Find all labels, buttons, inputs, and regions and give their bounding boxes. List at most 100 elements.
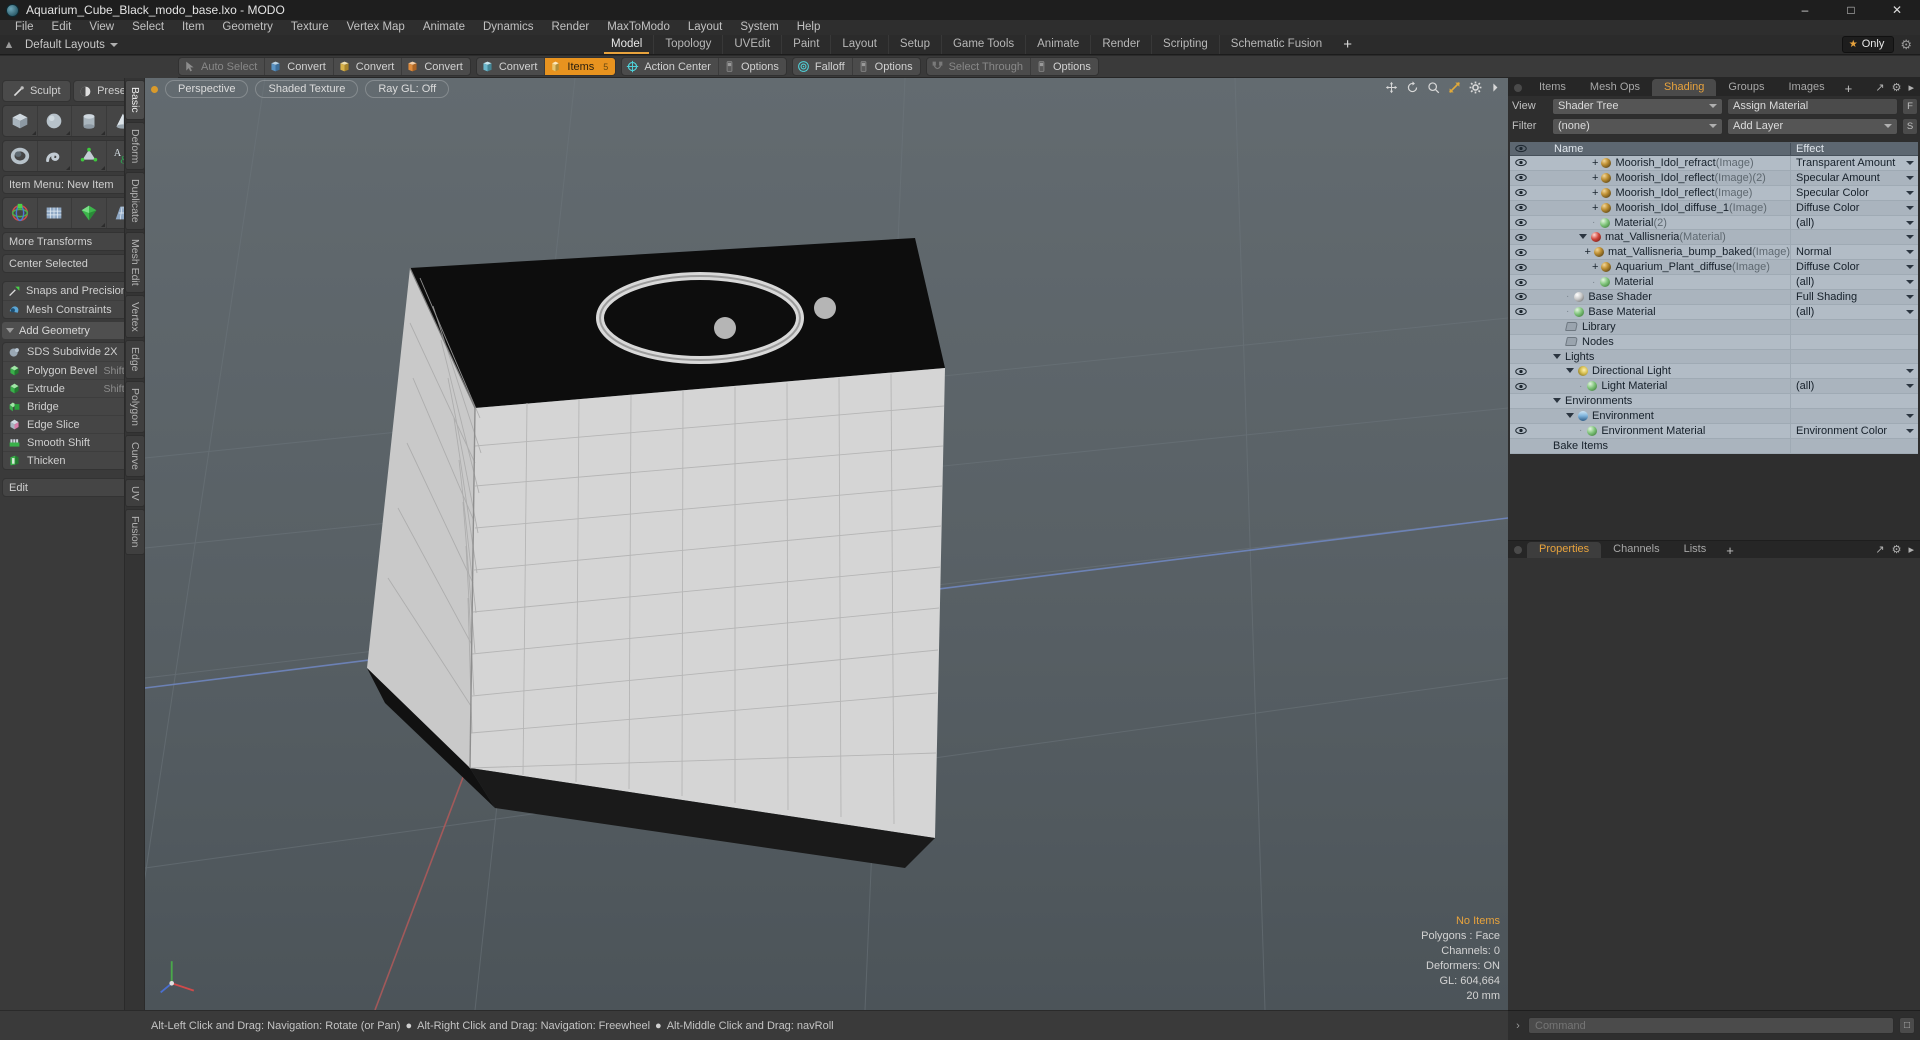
properties-tab-properties[interactable]: Properties <box>1527 542 1602 558</box>
visibility-toggle[interactable] <box>1510 248 1532 257</box>
command-input[interactable] <box>1528 1017 1894 1034</box>
properties-tab-channels[interactable]: Channels <box>1601 542 1671 558</box>
panel-tab-shading[interactable]: Shading <box>1652 79 1717 96</box>
vertical-tab-curve[interactable]: Curve <box>125 434 145 477</box>
layout-tab-scripting[interactable]: Scripting <box>1151 35 1219 54</box>
pin-icon[interactable]: ▲ <box>0 39 18 51</box>
vertical-tab-deform[interactable]: Deform <box>125 121 145 171</box>
panel-tab-mesh-ops[interactable]: Mesh Ops <box>1578 79 1652 96</box>
gear-icon[interactable]: ⚙ <box>1892 543 1902 556</box>
chevron-down-icon[interactable] <box>1906 414 1914 419</box>
visibility-toggle[interactable] <box>1510 218 1532 227</box>
vertical-tab-vertex[interactable]: Vertex <box>125 294 145 339</box>
shader-tree-row[interactable]: + Aquarium_Plant_diffuse (Image) Diffuse C… <box>1510 259 1918 276</box>
minimize-button[interactable]: – <box>1782 0 1828 20</box>
visibility-toggle[interactable] <box>1510 233 1532 242</box>
edit-dropdown[interactable]: Edit <box>2 478 141 497</box>
shader-tree-row[interactable]: Directional Light <box>1510 363 1918 380</box>
mesh-constraints-row[interactable]: Mesh Constraints <box>3 300 140 318</box>
menu-item-select[interactable]: Select <box>123 20 173 35</box>
gear-icon[interactable]: ⚙ <box>1892 81 1902 94</box>
menu-item-maxtomodo[interactable]: MaxToModo <box>598 20 679 35</box>
visibility-toggle[interactable] <box>1510 307 1532 316</box>
view-mode-button[interactable]: Perspective <box>165 80 249 98</box>
green-deform-icon[interactable] <box>72 198 107 228</box>
view-select[interactable]: Shader Tree <box>1552 97 1723 115</box>
vertical-tab-mesh-edit[interactable]: Mesh Edit <box>125 231 145 293</box>
maximize-button[interactable]: □ <box>1828 0 1874 20</box>
shader-effect-cell[interactable]: (all) <box>1790 274 1918 290</box>
zoom-icon[interactable] <box>1427 81 1440 94</box>
visibility-toggle[interactable] <box>1510 367 1532 376</box>
chevron-down-icon[interactable] <box>1906 280 1914 285</box>
mode-button-options[interactable]: Options <box>719 58 786 75</box>
assign-material-button[interactable]: Assign Material <box>1727 97 1898 115</box>
vertical-tab-basic[interactable]: Basic <box>125 80 145 120</box>
mode-button-falloff[interactable]: Falloff <box>793 58 853 75</box>
expand-plus-icon[interactable]: + <box>1585 246 1591 258</box>
layout-tab-setup[interactable]: Setup <box>887 35 941 54</box>
geometry-item-thicken[interactable]: Thicken <box>3 451 140 469</box>
item-menu-dropdown[interactable]: Item Menu: New Item <box>2 175 141 194</box>
chevron-down-icon[interactable] <box>1906 309 1914 314</box>
mode-button-select-through[interactable]: Select Through <box>927 58 1031 75</box>
layout-tab-animate[interactable]: Animate <box>1025 35 1090 54</box>
expand-plus-icon[interactable]: + <box>1592 261 1598 273</box>
shader-tree-row[interactable]: Environments <box>1510 393 1918 410</box>
torus-icon[interactable] <box>3 141 38 171</box>
shader-effect-cell[interactable]: Specular Color <box>1790 185 1918 201</box>
vertical-tab-edge[interactable]: Edge <box>125 340 145 379</box>
menu-item-edit[interactable]: Edit <box>43 20 81 35</box>
layout-tab-layout[interactable]: Layout <box>830 35 888 54</box>
panel-tab-images[interactable]: Images <box>1777 79 1837 96</box>
visibility-toggle[interactable] <box>1510 382 1532 391</box>
expand-plus-icon[interactable]: + <box>1592 157 1598 169</box>
shader-effect-cell[interactable]: (all) <box>1790 304 1918 320</box>
chevron-down-icon[interactable] <box>1906 294 1914 299</box>
3d-viewport[interactable]: Perspective Shaded Texture Ray GL: Off N… <box>145 78 1508 1010</box>
pan-icon[interactable] <box>1385 81 1398 94</box>
visibility-toggle[interactable] <box>1510 203 1532 212</box>
layout-tab-model[interactable]: Model <box>600 35 653 54</box>
expand-icon[interactable]: ↗ <box>1875 81 1884 94</box>
chevron-down-icon[interactable] <box>1906 369 1914 374</box>
default-layouts-dropdown[interactable]: Default Layouts <box>18 39 125 51</box>
add-layout-tab-button[interactable]: + <box>1333 35 1362 54</box>
gear-icon[interactable]: ⚙ <box>1900 37 1912 53</box>
visibility-toggle[interactable] <box>1510 426 1532 435</box>
raygl-button[interactable]: Ray GL: Off <box>365 80 450 98</box>
shader-tree-row[interactable]: Library <box>1510 319 1918 335</box>
mode-button-action-center[interactable]: Action Center <box>622 58 719 75</box>
visibility-toggle[interactable] <box>1510 158 1532 167</box>
more-transforms-dropdown[interactable]: More Transforms <box>2 232 141 251</box>
shader-tree-row[interactable]: Nodes <box>1510 334 1918 350</box>
shader-tree-row[interactable]: · Base Shader Full Shading <box>1510 289 1918 305</box>
menu-item-view[interactable]: View <box>80 20 123 35</box>
geometry-item-sds-subdivide-2x[interactable]: SDS Subdivide 2X <box>3 343 140 361</box>
geometry-item-bridge[interactable]: Bridge <box>3 397 140 415</box>
chevron-right-icon[interactable] <box>1490 81 1500 94</box>
menu-item-animate[interactable]: Animate <box>414 20 474 35</box>
shader-effect-cell[interactable]: Normal <box>1790 244 1918 260</box>
shader-tree-row[interactable]: · Base Material (all) <box>1510 304 1918 320</box>
vertical-tab-fusion[interactable]: Fusion <box>125 509 145 555</box>
center-selected-dropdown[interactable]: Center Selected <box>2 254 141 273</box>
layout-tab-game-tools[interactable]: Game Tools <box>940 35 1025 54</box>
shader-tree-row[interactable]: · Environment Material Environment Color <box>1510 423 1918 439</box>
geometry-item-polygon-bevel[interactable]: Polygon Bevel Shift-B <box>3 361 140 379</box>
fit-icon[interactable] <box>1448 81 1461 94</box>
gear-icon[interactable] <box>1469 81 1482 94</box>
menu-item-layout[interactable]: Layout <box>679 20 732 35</box>
chevron-down-icon[interactable] <box>1906 205 1914 210</box>
menu-item-system[interactable]: System <box>731 20 787 35</box>
menu-item-texture[interactable]: Texture <box>282 20 338 35</box>
shader-tree-row[interactable]: · Material (2) (all) <box>1510 215 1918 231</box>
close-button[interactable]: ✕ <box>1874 0 1920 20</box>
menu-item-vertex-map[interactable]: Vertex Map <box>338 20 414 35</box>
shader-effect-cell[interactable]: Transparent Amount <box>1790 155 1918 171</box>
expand-plus-icon[interactable]: + <box>1592 172 1598 184</box>
shader-tree-row[interactable]: + Moorish_Idol_reflect (Image) Specular Co… <box>1510 185 1918 201</box>
shader-tree-row[interactable]: + mat_Vallisneria_bump_baked (Image) Norma… <box>1510 244 1918 261</box>
cylinder-icon[interactable] <box>72 106 107 136</box>
only-toggle[interactable]: ★ Only <box>1841 36 1895 53</box>
